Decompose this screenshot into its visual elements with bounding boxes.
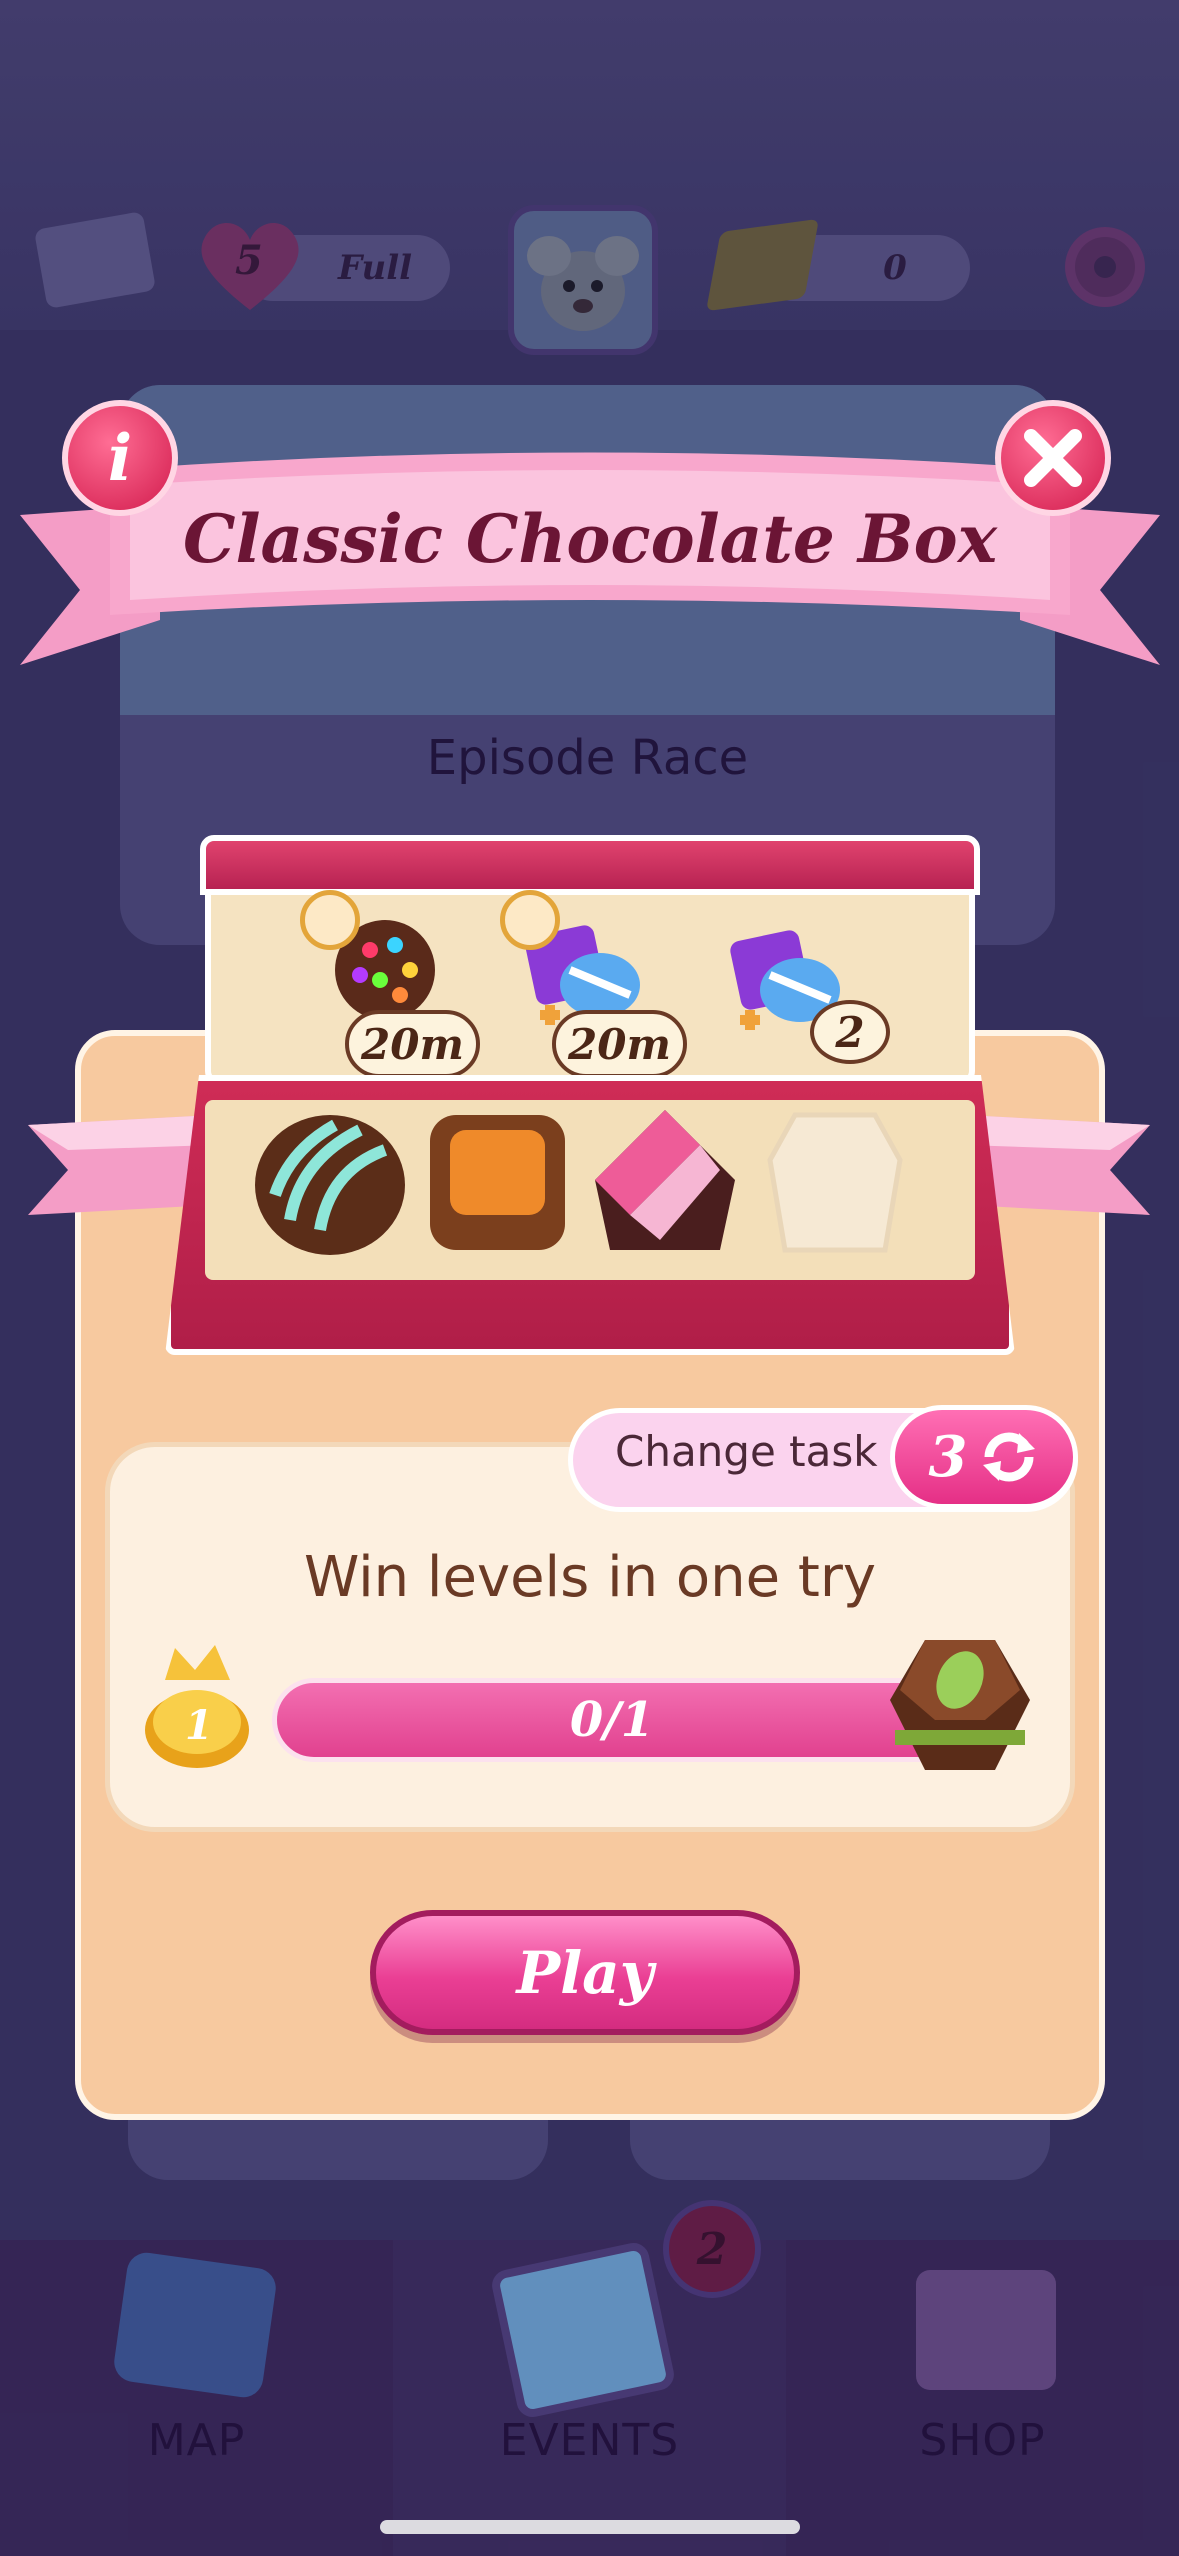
caramel-chocolate-icon	[430, 1115, 565, 1250]
chocolate-slot-empty	[765, 1110, 905, 1255]
refresh-icon	[983, 1432, 1036, 1482]
title-banner: Classic Chocolate Box	[20, 440, 1160, 670]
timer-icon	[300, 890, 360, 950]
play-button[interactable]: Play	[370, 1910, 800, 2035]
play-label: Play	[516, 1938, 654, 2007]
crown-medal: 1	[140, 1640, 255, 1770]
striped-chocolate-icon	[255, 1115, 405, 1255]
reward-3-label: 2	[810, 1000, 890, 1064]
change-task-count-badge[interactable]: 3	[890, 1405, 1078, 1509]
change-task-count: 3	[928, 1424, 968, 1490]
task-level: 1	[185, 1702, 213, 1749]
progress-bar: 0/1	[272, 1678, 992, 1762]
pistachio-chocolate-icon	[890, 1640, 1030, 1770]
reward-1-label: 20m	[345, 1010, 480, 1078]
info-icon: i	[107, 420, 133, 496]
close-button[interactable]	[995, 400, 1111, 516]
progress-text: 0/1	[569, 1692, 655, 1748]
chocolate-box-lid-top	[200, 835, 980, 895]
goal-chocolate	[885, 1630, 1035, 1780]
chocolate-2	[425, 1110, 570, 1255]
pink-chocolate-icon	[595, 1110, 735, 1250]
task-title: Win levels in one try	[303, 1545, 877, 1610]
close-icon	[1024, 429, 1082, 487]
info-button[interactable]: i	[62, 400, 178, 516]
chocolate-1	[250, 1100, 410, 1260]
timer-icon	[500, 890, 560, 950]
chocolate-3	[590, 1100, 740, 1260]
change-task-label: Change task	[615, 1427, 878, 1476]
popup-title: Classic Chocolate Box	[182, 500, 998, 578]
reward-2-label: 20m	[552, 1010, 687, 1078]
